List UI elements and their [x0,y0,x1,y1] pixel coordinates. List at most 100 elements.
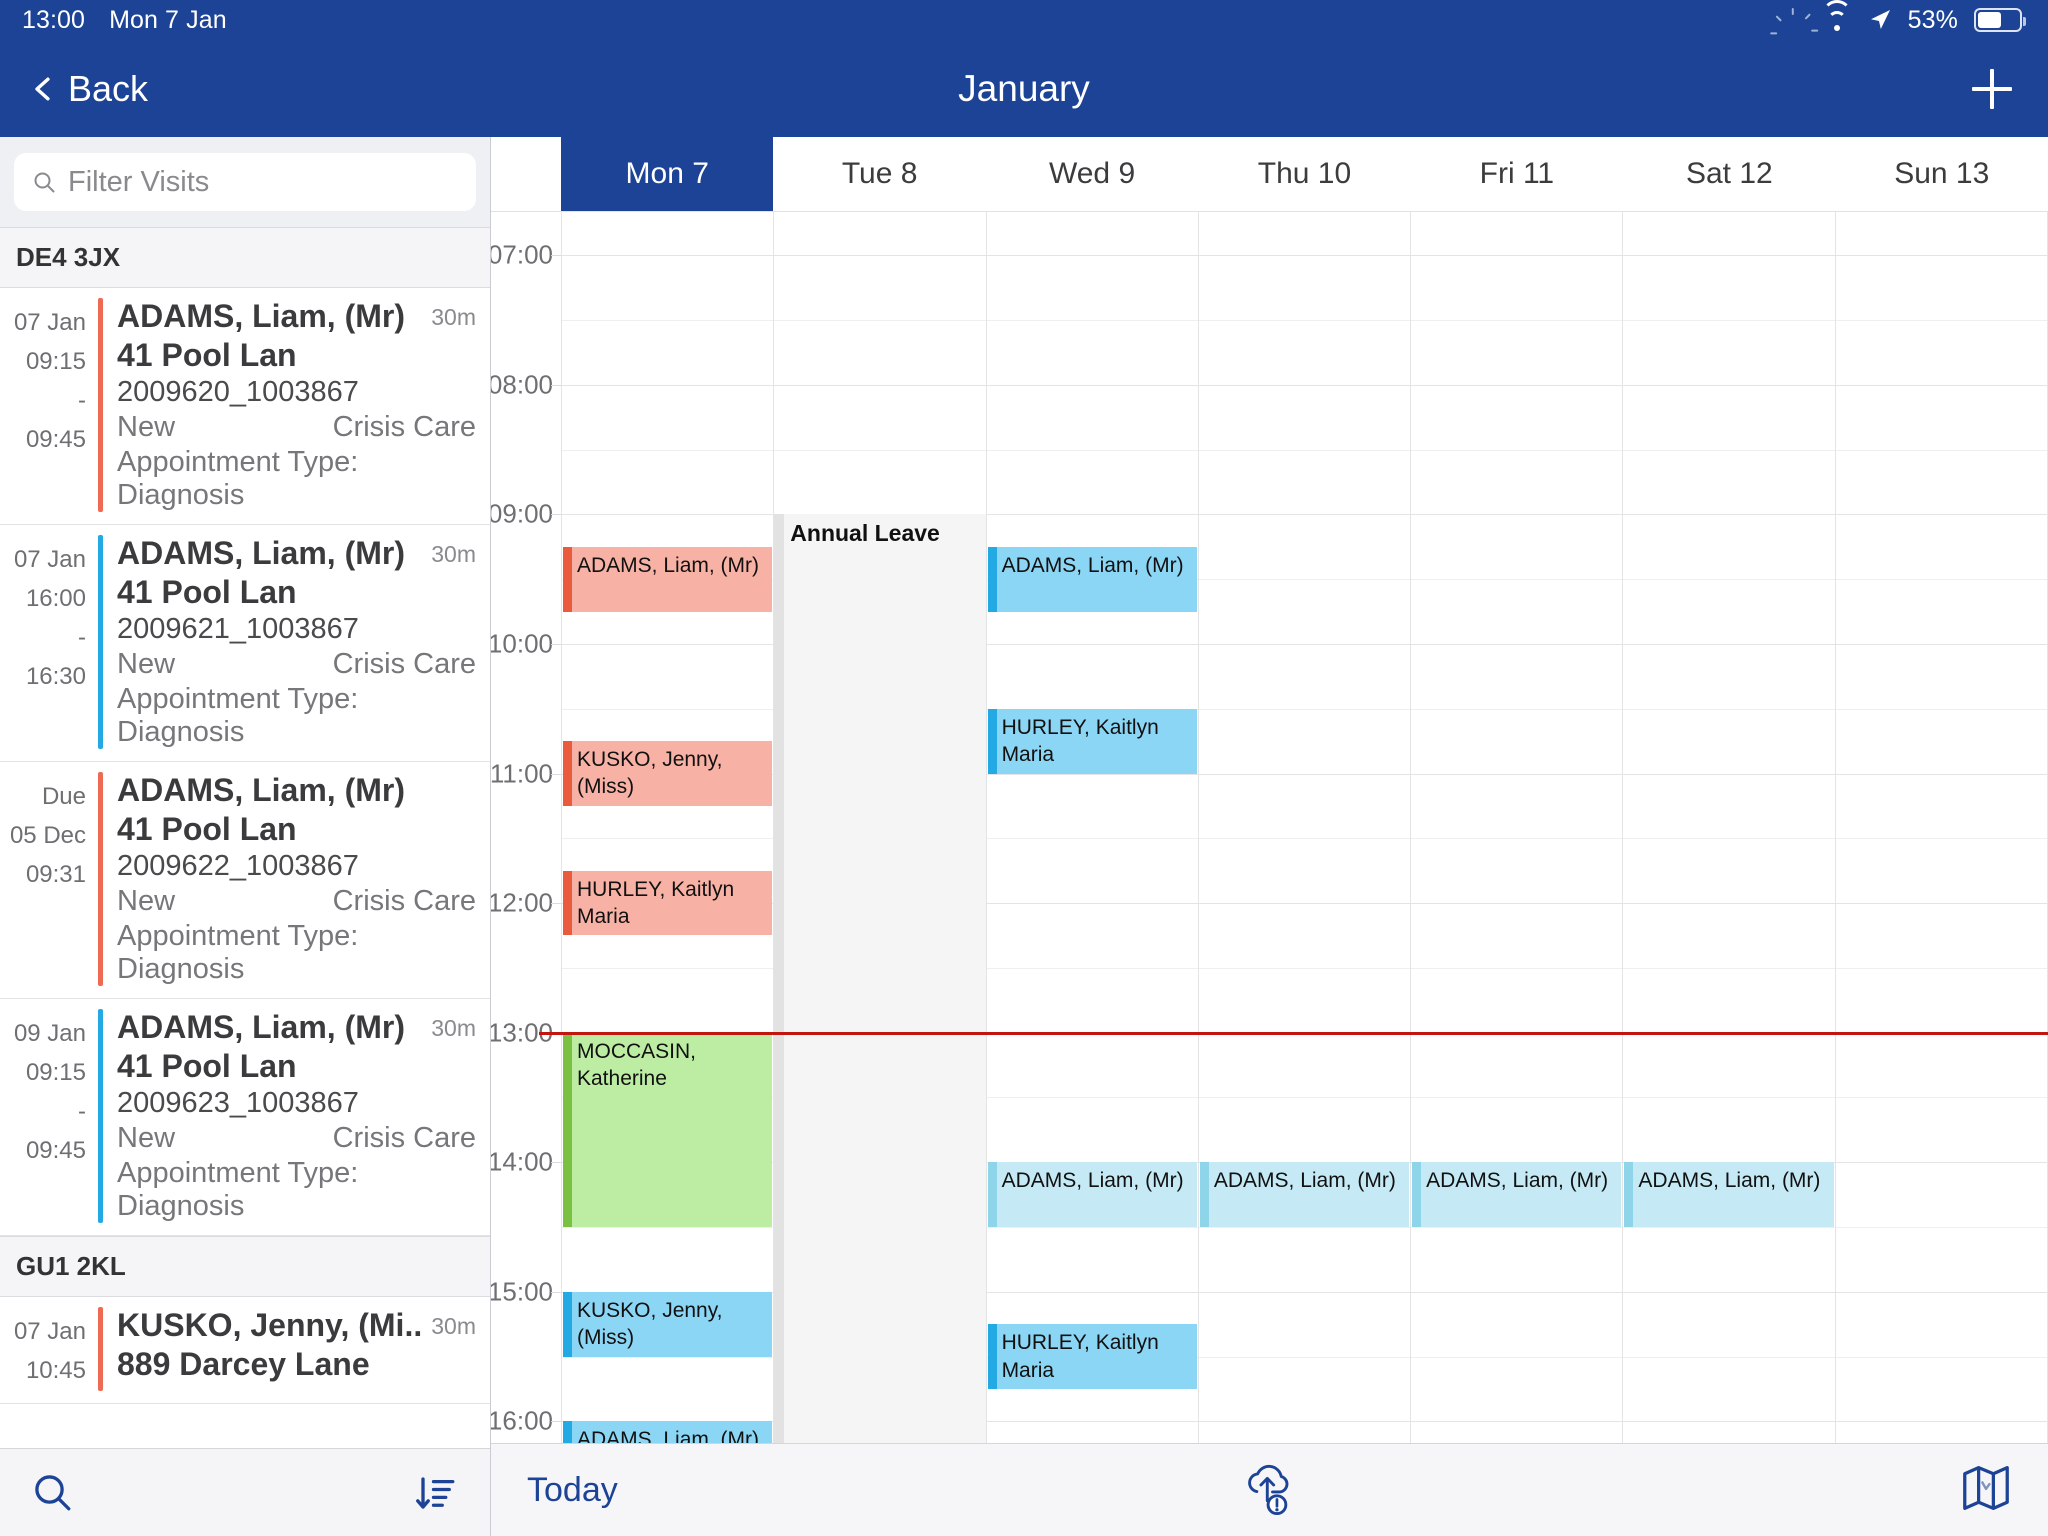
visit-status: New [117,1122,176,1154]
calendar-hour-gridline [1411,514,1623,516]
calendar-halfhour-gridline [1198,449,1411,451]
calendar-hour-tick [551,255,561,257]
calendar-hour-gridline [986,1291,1198,1293]
calendar-event[interactable]: ADAMS, Liam, (Mr) [563,546,773,612]
visit-patient-name: ADAMS, Liam, (Mr) [117,298,405,334]
calendar-hour-gridline [562,643,774,645]
visit-address: 889 Darcey Lane [117,1346,370,1382]
calendar-hour-label: 10:00 [491,628,553,659]
calendar-day-column[interactable] [1835,212,2048,1443]
calendar-halfhour-gridline [1623,838,1835,840]
calendar-day-tab[interactable]: Mon 7 [561,137,774,211]
calendar-hour-tick [551,903,561,905]
calendar-event[interactable]: ADAMS, Liam, (Mr) [987,1162,1197,1228]
visits-list[interactable]: DE4 3JX 07 Jan 09:15 - 09:45 ADAMS, Liam, (Mr… [0,227,490,1448]
calendar-hour-gridline [1623,643,1835,645]
visit-list-item[interactable]: Due 05 Dec 09:31 ADAMS, Liam, (Mr) 41 Pool L… [0,762,490,999]
calendar-day-columns[interactable]: ADAMS, Liam, (Mr) KUSKO, Jenny, (Miss) HUR… [561,212,2048,1443]
calendar-day-tab[interactable]: Sun 13 [1836,137,2048,211]
calendar-event[interactable]: MOCCASIN, Katherine [563,1032,773,1228]
visit-list-item[interactable]: 09 Jan 09:15 - 09:45 ADAMS, Liam, (Mr) 30m 41 … [0,999,490,1236]
week-calendar: Mon 7 Tue 8 Wed 9 Thu 10 Fri 11 Sat 12 Sun 13 … [491,137,2048,1536]
calendar-halfhour-gridline [986,319,1198,321]
calendar-event[interactable]: ADAMS, Liam, (Mr) [563,1421,773,1443]
visit-list-item[interactable]: 07 Jan 10:45 KUSKO, Jenny, (Mi... 30m 889 Da… [0,1297,490,1404]
calendar-event[interactable]: ADAMS, Liam, (Mr) [1199,1162,1410,1228]
status-date: Mon 7 Jan [109,5,227,34]
event-accent-bar [987,708,997,774]
calendar-halfhour-gridline [1835,708,2047,710]
calendar-event[interactable]: KUSKO, Jenny, (Miss) [563,741,773,806]
event-title: ADAMS, Liam, (Mr) [577,553,760,577]
visit-address: 41 Pool Lan [117,337,297,373]
calendar-day-column[interactable]: ADAMS, Liam, (Mr) [1198,212,1412,1443]
event-accent-bar [1412,1162,1422,1228]
calendar-hour-label: 12:00 [491,887,553,918]
visit-time-block: 09 Jan 09:15 - 09:45 [0,1009,98,1223]
calendar-event[interactable]: HURLEY, Kaitlyn Maria [987,708,1197,774]
calendar-toolbar-center [491,1459,2048,1521]
calendar-halfhour-gridline [986,967,1198,969]
event-title: KUSKO, Jenny, (Miss) [577,1298,723,1350]
calendar-day-tab[interactable]: Sat 12 [1623,137,1835,211]
visits-section-header: DE4 3JX [0,227,490,288]
calendar-leave-block[interactable]: Annual Leave [774,514,986,1443]
event-title: HURLEY, Kaitlyn Maria [1001,1331,1159,1382]
event-title: MOCCASIN, Katherine [577,1039,697,1090]
calendar-halfhour-gridline [1623,1227,1835,1229]
calendar-day-tab[interactable]: Tue 8 [773,137,985,211]
calendar-hour-tick [551,1291,561,1293]
calendar-event[interactable]: ADAMS, Liam, (Mr) [987,546,1197,612]
search-icon [34,172,55,193]
calendar-day-column[interactable]: ADAMS, Liam, (Mr) [1623,212,1836,1443]
calendar-event[interactable]: ADAMS, Liam, (Mr) [1624,1162,1834,1228]
sort-descending-icon[interactable] [416,1472,458,1514]
status-time: 13:00 [22,5,86,34]
calendar-hour-gridline [986,773,1198,775]
back-button[interactable]: Back [30,68,148,110]
calendar-halfhour-gridline [774,319,986,321]
calendar-day-tab[interactable]: Fri 11 [1411,137,1623,211]
calendar-grid[interactable]: 07:00 08:00 09:00 10:00 11:00 12:00 13:00 14:00… [491,212,2048,1443]
calendar-event[interactable]: HURLEY, Kaitlyn Maria [987,1324,1197,1389]
calendar-event[interactable]: KUSKO, Jenny, (Miss) [563,1291,773,1357]
chevron-left-icon [35,77,50,100]
calendar-event[interactable]: HURLEY, Kaitlyn Maria [563,870,773,936]
calendar-day-column[interactable]: ADAMS, Liam, (Mr) HURLEY, Kaitlyn Maria AD… [986,212,1199,1443]
calendar-event[interactable]: ADAMS, Liam, (Mr) [1412,1162,1622,1228]
calendar-hour-gridline [986,255,1198,257]
calendar-halfhour-gridline [562,319,774,321]
calendar-day-column[interactable]: ADAMS, Liam, (Mr) KUSKO, Jenny, (Miss) HUR… [561,212,775,1443]
visit-time-block: Due 05 Dec 09:31 [0,772,98,986]
activity-spinner-icon [1769,7,1818,56]
cloud-upload-alert-icon[interactable] [1241,1459,1299,1521]
calendar-halfhour-gridline [1411,579,1623,581]
add-visit-button[interactable] [1966,63,2018,115]
filter-visits-field[interactable] [14,153,476,211]
search-icon[interactable] [32,1472,74,1514]
calendar-day-column[interactable]: Annual Leave [774,212,987,1443]
calendar-day-tab[interactable]: Thu 10 [1198,137,1410,211]
calendar-hour-gridline [986,514,1198,516]
calendar-halfhour-gridline [1411,449,1623,451]
calendar-hour-gridline [1623,255,1835,257]
calendar-halfhour-gridline [1835,967,2047,969]
visits-section-header: GU1 2KL [0,1236,490,1297]
calendar-day-tab[interactable]: Wed 9 [986,137,1198,211]
calendar-halfhour-gridline [562,967,774,969]
calendar-day-tabs[interactable]: Mon 7 Tue 8 Wed 9 Thu 10 Fri 11 Sat 12 Sun 13 [561,137,2048,211]
calendar-halfhour-gridline [1623,449,1835,451]
visit-address: 41 Pool Lan [117,574,297,610]
visit-start-time: 09:15 [25,347,86,375]
visit-list-item[interactable]: 07 Jan 09:15 - 09:45 ADAMS, Liam, (Mr) 30m 41 … [0,288,490,525]
map-icon[interactable] [1960,1462,2012,1514]
calendar-hour-gridline [1198,1421,1411,1423]
calendar-day-column[interactable]: ADAMS, Liam, (Mr) [1411,212,1624,1443]
visit-list-item[interactable]: 07 Jan 16:00 - 16:30 ADAMS, Liam, (Mr) 30m 41 … [0,525,490,762]
calendar-halfhour-gridline [1198,579,1411,581]
filter-visits-input[interactable] [68,165,458,199]
event-accent-bar [563,870,572,936]
visit-start-time: 16:00 [25,584,86,612]
visit-duration: 30m [431,304,476,330]
calendar-hour-gridline [1198,643,1411,645]
